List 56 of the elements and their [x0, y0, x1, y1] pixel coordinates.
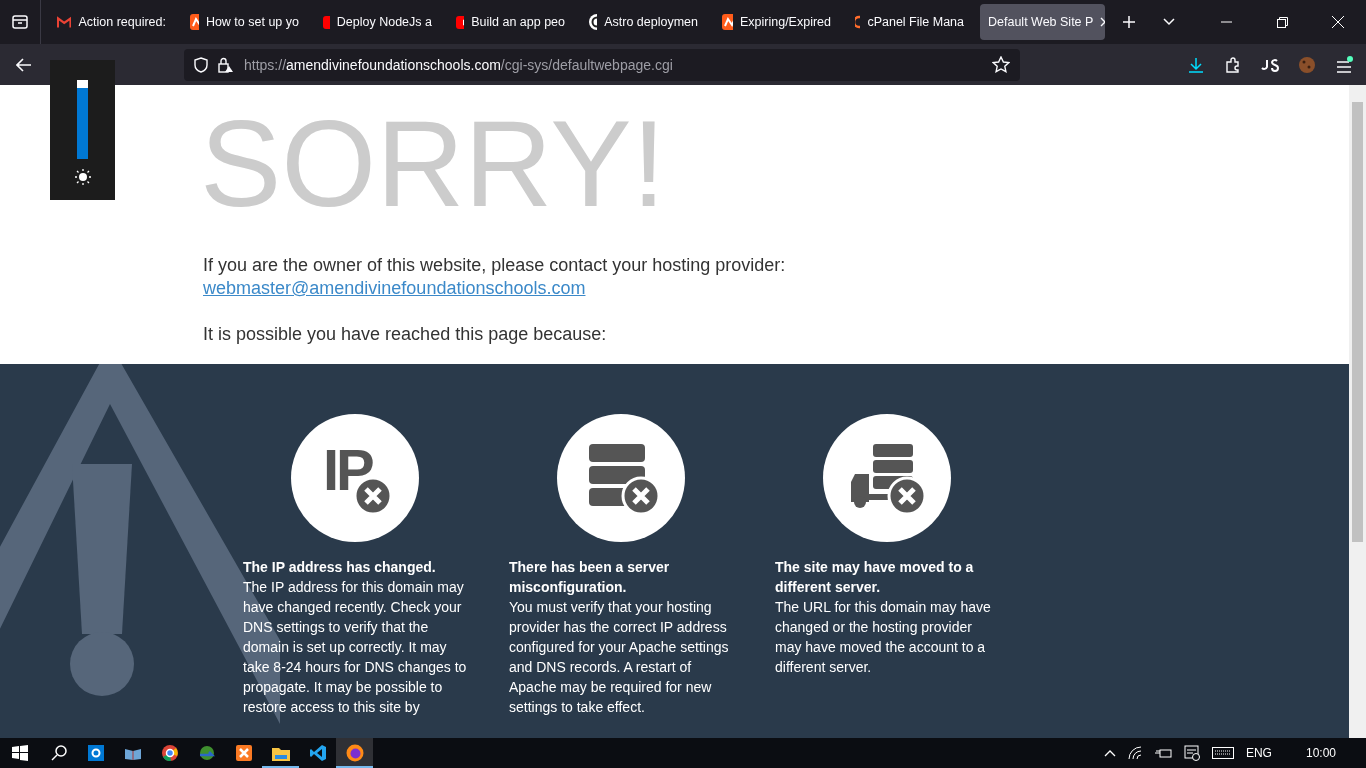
- language-indicator[interactable]: ENG: [1245, 746, 1272, 760]
- browser-tab[interactable]: Default Web Site P: [980, 4, 1105, 40]
- app-icon: [190, 14, 199, 30]
- reason-text: You must verify that your hosting provider has the correct IP address configured for your Apache settings and DNS records. A restart of Apache may be required for new settings to take effect.: [509, 598, 730, 717]
- taskbar-app[interactable]: [336, 738, 373, 768]
- browser-tab[interactable]: Astro deploymen: [581, 4, 706, 40]
- star-icon[interactable]: [992, 56, 1010, 73]
- url-text: https://amendivinefoundationschools.com/cgi-sys/defaultwebpage.cgi: [244, 56, 673, 73]
- puzzle-icon[interactable]: [1224, 56, 1241, 73]
- reason-title: The site may have moved to a different server.: [775, 558, 975, 597]
- tab-list-icon[interactable]: [12, 15, 28, 29]
- address-bar[interactable]: https://amendivinefoundationschools.com/cgi-sys/defaultwebpage.cgi: [184, 48, 1020, 81]
- chevron-up-icon[interactable]: [1103, 749, 1116, 757]
- browser-tab[interactable]: cPanel File Mana: [847, 4, 972, 40]
- battery-icon[interactable]: [1153, 747, 1172, 759]
- reason-text: The IP address for this domain may have changed recently. Check your DNS settings to verify that the domain is set up correctly. It may take 8-24 hours for DNS changes to propagate. It may be possible to restore access to this site by: [243, 578, 468, 717]
- browser-tab[interactable]: Action required:: [49, 4, 174, 40]
- menu-icon[interactable]: [1334, 55, 1353, 74]
- mail-icon: [57, 16, 72, 28]
- new-tab-icon[interactable]: [1123, 16, 1135, 28]
- app-icon: [722, 14, 733, 30]
- chevron-down-icon[interactable]: [1163, 18, 1175, 26]
- browser-tab[interactable]: Build an app peo: [448, 4, 573, 40]
- firefox-icon[interactable]: [345, 744, 364, 762]
- js-icon[interactable]: [1260, 57, 1279, 72]
- xampp-icon[interactable]: [235, 745, 252, 761]
- sun-icon: [74, 169, 91, 185]
- reason-text: The URL for this domain may have changed or the hosting provider may have moved the account to a different server.: [775, 598, 992, 677]
- close-icon[interactable]: [1332, 16, 1344, 28]
- windows-icon[interactable]: [12, 745, 28, 761]
- reason-title: There has been a server misconfiguration.: [509, 558, 671, 597]
- book-icon[interactable]: [123, 746, 142, 760]
- wifi-icon[interactable]: [1127, 746, 1142, 760]
- notification-icon[interactable]: [1183, 745, 1200, 761]
- clock[interactable]: 10:00: [1305, 746, 1336, 760]
- reason-title: The IP address has changed.: [243, 558, 436, 577]
- owner-message: If you are the owner of this website, please contact your hosting provider:: [203, 254, 787, 277]
- browser-tab[interactable]: Expiring/Expired: [714, 4, 839, 40]
- keyboard-icon[interactable]: [1211, 747, 1234, 759]
- lock-warning-icon[interactable]: [218, 56, 234, 73]
- restore-icon[interactable]: [1276, 16, 1288, 28]
- folder-icon[interactable]: [271, 745, 290, 761]
- chrome-icon[interactable]: [161, 745, 178, 761]
- scrollbar[interactable]: [1349, 85, 1366, 738]
- shield-icon[interactable]: [194, 56, 208, 73]
- back-arrow-icon[interactable]: [16, 57, 32, 72]
- vscode-icon[interactable]: [309, 745, 326, 761]
- minimize-icon[interactable]: [1220, 21, 1232, 23]
- search-icon[interactable]: [50, 745, 67, 761]
- download-icon[interactable]: [1187, 56, 1204, 73]
- gear-icon[interactable]: [87, 745, 104, 761]
- email-link[interactable]: webmaster@amendivinefoundationschools.com: [203, 278, 586, 298]
- browser-tab[interactable]: Deploy NodeJs a: [315, 4, 440, 40]
- cpanel-icon: [855, 15, 861, 29]
- reason-intro: It is possible you have reached this page because:: [203, 323, 608, 346]
- browser-tab[interactable]: How to set up yo: [182, 4, 307, 40]
